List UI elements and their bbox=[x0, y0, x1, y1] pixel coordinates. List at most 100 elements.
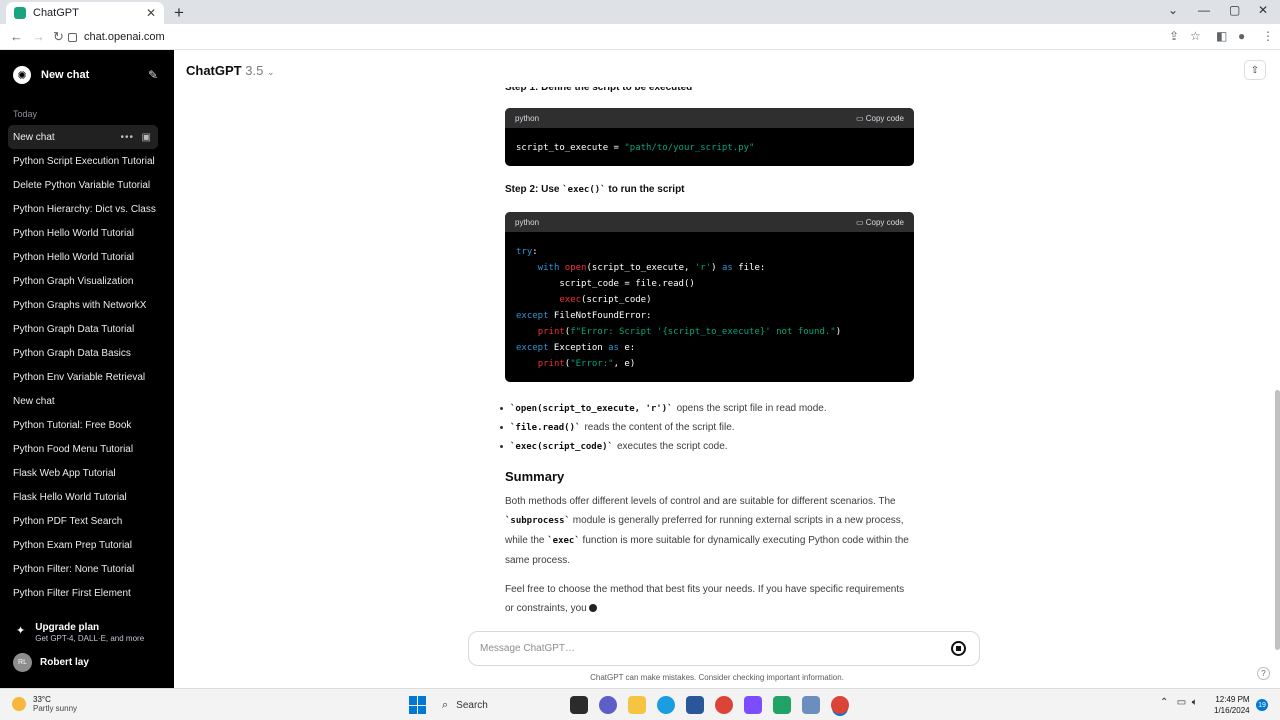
chrome-active-icon[interactable] bbox=[831, 696, 849, 714]
step2-heading: Step 2: Use `exec()` to run the script bbox=[505, 184, 685, 195]
user-menu-button[interactable]: RL Robert lay bbox=[13, 653, 89, 672]
closing-paragraph: Feel free to choose the method that best… bbox=[505, 584, 905, 614]
restore-icon[interactable]: ▢ bbox=[1229, 3, 1240, 17]
sparkle-icon: ✦ bbox=[16, 625, 26, 637]
list-item: `file.read()` reads the content of the sc… bbox=[500, 418, 827, 437]
windows-start-icon[interactable] bbox=[409, 696, 427, 714]
close-window-icon[interactable]: ✕ bbox=[1258, 3, 1268, 17]
temperature: 33°C bbox=[33, 695, 51, 704]
sidebar-item[interactable]: Python Script Execution Tutorial bbox=[8, 149, 158, 173]
sidebar-item[interactable]: Python Tutorial: Free Book bbox=[8, 413, 158, 437]
sidebar-item-active[interactable]: New chat ••• ▣ bbox=[8, 125, 158, 149]
store-icon[interactable] bbox=[686, 696, 704, 714]
sidebar-item[interactable]: Python Graph Data Basics bbox=[8, 341, 158, 365]
omnibox[interactable]: chat.openai.com bbox=[68, 28, 1164, 46]
sidebar-item[interactable]: Python Env Variable Retrieval bbox=[8, 365, 158, 389]
sidebar-item[interactable]: Python Graph Data Tutorial bbox=[8, 317, 158, 341]
sidebar-item[interactable]: New chat bbox=[8, 389, 158, 413]
code-content: try: with open(script_to_execute, 'r') a… bbox=[516, 247, 842, 369]
new-tab-icon[interactable]: + bbox=[174, 3, 184, 23]
app-icon[interactable] bbox=[744, 696, 762, 714]
new-chat-button[interactable]: ✺ New chat ✎ bbox=[8, 62, 158, 88]
chevron-up-icon[interactable]: ⌃ bbox=[1160, 697, 1168, 708]
list-item: `open(script_to_execute, 'r')` opens the … bbox=[500, 399, 827, 418]
taskbar-search[interactable]: ⌕ Search bbox=[440, 695, 570, 715]
clipboard-icon: ▭ bbox=[855, 113, 864, 123]
share-chat-icon[interactable]: ⇧ bbox=[1244, 60, 1266, 80]
bookmark-star-icon[interactable]: ☆ bbox=[1190, 29, 1201, 43]
clock[interactable]: 12:49 PM 1/16/2024 bbox=[1214, 694, 1250, 716]
sidebar-item[interactable]: Python Filter: None Tutorial bbox=[8, 557, 158, 581]
teams-chat-icon[interactable] bbox=[599, 696, 617, 714]
copy-code-button[interactable]: ▭ Copy code bbox=[856, 114, 904, 123]
code-block-header: python ▭ Copy code bbox=[505, 212, 914, 232]
file-explorer-icon[interactable] bbox=[628, 696, 646, 714]
weather-sun-icon bbox=[12, 697, 26, 711]
volume-icon[interactable]: 🔈︎ bbox=[1192, 697, 1198, 708]
network-icon[interactable]: ▭ bbox=[1177, 697, 1186, 708]
notification-badge[interactable]: 19 bbox=[1256, 699, 1268, 711]
user-name: Robert lay bbox=[40, 657, 89, 668]
excel-icon[interactable] bbox=[773, 696, 791, 714]
share-page-icon[interactable]: ⇪ bbox=[1169, 29, 1179, 43]
sidebar-item[interactable]: Python Hierarchy: Dict vs. Class bbox=[8, 197, 158, 221]
minimize-icon[interactable]: — bbox=[1198, 3, 1210, 17]
stop-generating-button[interactable] bbox=[951, 641, 966, 656]
scrollbar[interactable] bbox=[1275, 390, 1280, 650]
chat-main: ChatGPT 3.5 ⌄ ⇧ Step 1: Define the scrip… bbox=[174, 50, 1280, 688]
address-bar: ← → ↻ chat.openai.com ⇪ ☆ ◧ ● ⋮ bbox=[0, 24, 1280, 50]
code-block-1: python ▭ Copy code script_to_execute = "… bbox=[505, 108, 914, 166]
sidebar-item[interactable]: Python Food Menu Tutorial bbox=[8, 437, 158, 461]
edit-icon[interactable]: ✎ bbox=[148, 68, 158, 82]
sidebar-item[interactable]: Delete Python Variable Tutorial bbox=[8, 173, 158, 197]
app-icon[interactable] bbox=[802, 696, 820, 714]
summary-heading: Summary bbox=[505, 469, 565, 484]
tab-search-icon[interactable]: ⌄ bbox=[1168, 3, 1178, 17]
stop-icon bbox=[956, 646, 961, 651]
sidebar-item[interactable]: Python Filter First Element bbox=[8, 581, 158, 605]
sidebar-item[interactable]: Python PDF Text Search bbox=[8, 509, 158, 533]
upgrade-title: Upgrade plan bbox=[35, 622, 100, 633]
sidebar-item[interactable]: Flask Web App Tutorial bbox=[8, 461, 158, 485]
section-label-today: Today bbox=[13, 109, 38, 119]
more-options-icon[interactable]: ••• bbox=[120, 132, 134, 143]
list-item: `exec(script_code)` executes the script c… bbox=[500, 437, 827, 456]
back-icon[interactable]: ← bbox=[10, 29, 23, 44]
clock-date: 1/16/2024 bbox=[1214, 706, 1250, 715]
browser-tab-bar: ChatGPT ✕ + ⌄ — ▢ ✕ bbox=[0, 0, 1280, 24]
sidebar-item[interactable]: Python Graphs with NetworkX bbox=[8, 293, 158, 317]
copy-code-button[interactable]: ▭ Copy code bbox=[856, 218, 904, 227]
chatgpt-favicon-icon bbox=[14, 7, 26, 19]
sidebar: ✺ New chat ✎ Today New chat ••• ▣ Python… bbox=[0, 50, 174, 688]
upgrade-plan-button[interactable]: ✦ Upgrade plan Get GPT-4, DALL·E, and mo… bbox=[16, 622, 144, 643]
sidebar-item[interactable]: Python Graph Visualization bbox=[8, 269, 158, 293]
archive-icon[interactable]: ▣ bbox=[142, 132, 152, 143]
explanation-list: `open(script_to_execute, 'r')` opens the … bbox=[500, 399, 827, 456]
reload-icon[interactable]: ↻ bbox=[53, 29, 64, 45]
browser-menu-icon[interactable]: ⋮ bbox=[1262, 29, 1274, 43]
forward-icon[interactable]: → bbox=[32, 29, 45, 44]
sidebar-item[interactable]: Python Exam Prep Tutorial bbox=[8, 533, 158, 557]
sidebar-item[interactable]: Flask Hello World Tutorial bbox=[8, 485, 158, 509]
system-tray[interactable]: ⌃ ▭ 🔈︎ bbox=[1160, 697, 1198, 708]
site-info-icon[interactable] bbox=[68, 32, 77, 42]
message-input[interactable] bbox=[480, 643, 951, 654]
message-composer bbox=[468, 631, 980, 666]
weather-widget[interactable]: 33°C Partly sunny bbox=[12, 695, 77, 713]
model-selector[interactable]: ChatGPT 3.5 ⌄ bbox=[186, 63, 275, 78]
task-view-icon[interactable] bbox=[570, 696, 588, 714]
close-tab-icon[interactable]: ✕ bbox=[146, 6, 156, 20]
chrome-icon[interactable] bbox=[715, 696, 733, 714]
sidebar-item[interactable]: Python Hello World Tutorial bbox=[8, 221, 158, 245]
code-block-header: python ▭ Copy code bbox=[505, 108, 914, 128]
sidebar-item-label: New chat bbox=[13, 131, 55, 143]
edge-icon[interactable] bbox=[657, 696, 675, 714]
code-language: python bbox=[515, 217, 540, 227]
sidebar-item[interactable]: Python Hello World Tutorial bbox=[8, 245, 158, 269]
taskbar-apps: ⌕ Search bbox=[409, 695, 860, 715]
browser-tab[interactable]: ChatGPT ✕ bbox=[6, 2, 164, 24]
help-icon[interactable]: ? bbox=[1257, 667, 1270, 680]
profile-icon[interactable]: ● bbox=[1238, 29, 1245, 43]
model-version: 3.5 bbox=[245, 63, 264, 78]
side-panel-icon[interactable]: ◧ bbox=[1216, 29, 1227, 43]
